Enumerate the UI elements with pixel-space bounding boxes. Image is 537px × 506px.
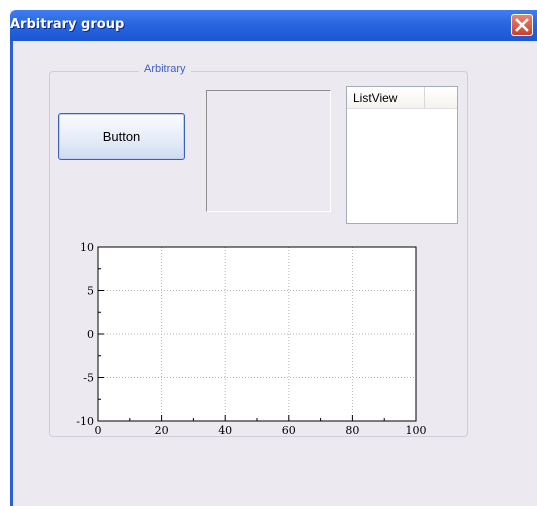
x-tick-label: 40: [218, 424, 232, 437]
x-tick-label: 20: [155, 424, 169, 437]
x-tick-label: 100: [406, 424, 427, 437]
title-bar[interactable]: Arbitrary group: [10, 10, 537, 41]
empty-frame: [206, 90, 331, 212]
y-tick-label: -5: [83, 372, 94, 385]
list-view[interactable]: ListView: [346, 86, 458, 224]
window-frame-left: [10, 41, 13, 506]
x-tick-label: 0: [95, 424, 102, 437]
y-tick-label: 5: [87, 285, 94, 298]
window-title: Arbitrary group: [10, 17, 125, 32]
y-tick-label: 0: [87, 328, 94, 341]
button[interactable]: Button: [58, 113, 185, 160]
close-icon: [515, 18, 529, 32]
plot-chart: 0 20 40 60 80 100 -10 -5 0 5 10: [76, 241, 427, 437]
groupbox-label: Arbitrary: [139, 63, 191, 75]
y-tick-label: 10: [80, 241, 94, 254]
x-tick-label: 80: [345, 424, 359, 437]
close-button[interactable]: [511, 14, 533, 36]
list-view-column-header[interactable]: ListView: [347, 87, 425, 108]
list-view-header: ListView: [347, 87, 457, 109]
y-tick-label: -10: [76, 415, 94, 428]
x-tick-label: 60: [282, 424, 296, 437]
